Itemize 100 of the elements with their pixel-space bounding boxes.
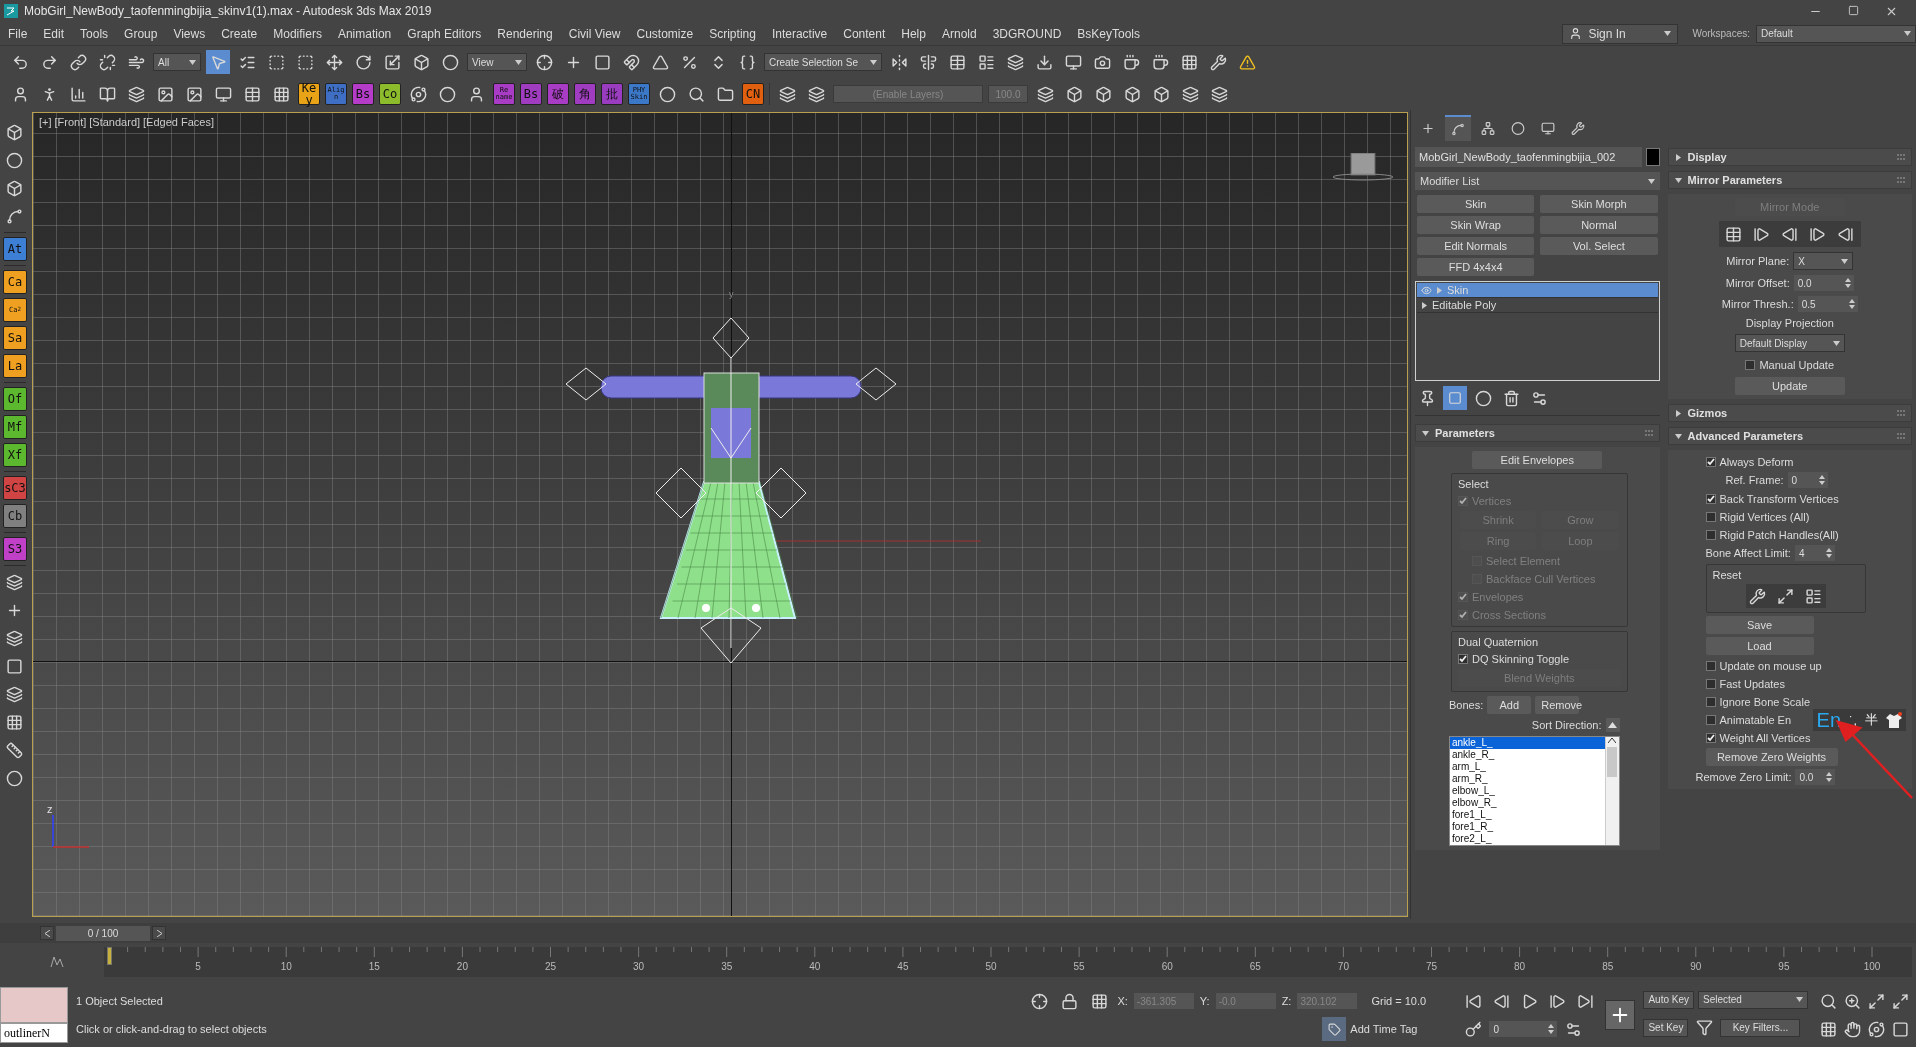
script-button[interactable]: Sa	[2, 326, 27, 350]
menu-item[interactable]: Graph Editors	[399, 22, 490, 45]
script-button[interactable]: sC3	[2, 476, 27, 500]
rollout-header[interactable]: Display	[1667, 148, 1912, 166]
script-button[interactable]: 批	[601, 83, 623, 105]
bone-list-item[interactable]: arm_L_	[1450, 761, 1605, 773]
bone-list-item[interactable]: fore1_L_	[1450, 809, 1605, 821]
auto-key-button[interactable]: Auto Key	[1643, 990, 1694, 1009]
bone-list-item[interactable]: elbow_R_	[1450, 797, 1605, 809]
remove-zero-limit-spinner[interactable]: 0.0	[1795, 769, 1836, 785]
grid-size-text: Grid = 10.0	[1370, 995, 1428, 1007]
script-button[interactable]: Key	[298, 83, 320, 105]
selection-filter-dropdown[interactable]: All	[153, 53, 201, 71]
timeline-track[interactable]: 5 10 15 20 25 30 35 40 45 50 55 60 65 70 75 80 85 90 95 100	[104, 947, 1912, 977]
script-button[interactable]: Xf	[2, 443, 27, 467]
modifier-button[interactable]: Normal	[1540, 216, 1658, 234]
menu-item[interactable]: Help	[893, 22, 934, 45]
current-frame-spinner[interactable]: 0	[1489, 1021, 1558, 1037]
bone-list-item[interactable]: elbow_L_	[1450, 785, 1605, 797]
menu-item[interactable]: Tools	[72, 22, 117, 45]
modifier-button[interactable]: Vol. Select	[1540, 237, 1658, 255]
script-button[interactable]: Of	[2, 387, 27, 411]
script-button[interactable]: Bs	[352, 83, 374, 105]
menu-item[interactable]: Customize	[628, 22, 702, 45]
script-button[interactable]: 角	[574, 83, 596, 105]
script-button[interactable]: Bs	[520, 83, 542, 105]
menu-item[interactable]: 3DGROUND	[984, 22, 1070, 45]
bone-list-item[interactable]: fore1_R_	[1450, 821, 1605, 833]
mirror-offset-spinner[interactable]: 0.0	[1793, 275, 1854, 291]
load-button[interactable]: Load	[1705, 637, 1814, 655]
modifier-list-dropdown[interactable]: Modifier List	[1415, 172, 1660, 190]
bone-list-item[interactable]: ankle_R_	[1450, 749, 1605, 761]
menu-item[interactable]: File	[0, 22, 36, 45]
display-projection-dropdown[interactable]: Default Display	[1734, 334, 1845, 352]
viewport-label[interactable]: [+]	[38, 116, 52, 128]
remove-button[interactable]: Remove	[1535, 696, 1580, 714]
object-name-field[interactable]: MobGirl_NewBody_taofenmingbijia_002	[1415, 147, 1642, 167]
stack-item-label: Editable Poly	[1432, 299, 1497, 311]
viewport-label[interactable]: [Front]	[54, 116, 87, 128]
script-button[interactable]: At	[2, 237, 27, 261]
sign-in-dropdown[interactable]: Sign In	[1562, 23, 1679, 44]
checkbox-label: Rigid Vertices (All)	[1719, 510, 1810, 523]
bone-list-item[interactable]: arm_R_	[1450, 773, 1605, 785]
script-button[interactable]: Mf	[2, 415, 27, 439]
set-key-mode-button[interactable]: Set Key	[1643, 1018, 1689, 1037]
key-mode-dropdown[interactable]: Selected	[1698, 990, 1808, 1009]
edit-envelopes-button[interactable]: Edit Envelopes	[1472, 451, 1603, 469]
rollout-header[interactable]: Parameters	[1415, 424, 1660, 442]
script-button[interactable]: S3	[2, 537, 27, 561]
menu-item[interactable]: Views	[165, 22, 214, 45]
menu-item[interactable]: Scripting	[701, 22, 764, 45]
viewport-label[interactable]: [Edged Faces]	[143, 116, 214, 128]
script-listener-field[interactable]: outlinerN	[0, 1023, 68, 1043]
stack-item[interactable]: Editable Poly	[1417, 298, 1658, 313]
bone-list-item[interactable]: ankle_L_	[1450, 737, 1605, 749]
menu-item[interactable]: Modifiers	[265, 22, 330, 45]
workspace-dropdown[interactable]: Default	[1756, 24, 1916, 43]
script-button[interactable]: Ca	[2, 270, 27, 294]
mirror-thresh-spinner[interactable]: 0.5	[1797, 296, 1858, 312]
time-slider-thumb[interactable]: 0 / 100	[56, 925, 150, 941]
menu-item[interactable]: Edit	[35, 22, 73, 45]
reference-coordinate-dropdown[interactable]: View	[467, 53, 527, 71]
modifier-button[interactable]: Skin Morph	[1540, 195, 1658, 213]
save-button[interactable]: Save	[1705, 616, 1814, 634]
menu-item[interactable]: Rendering	[489, 22, 561, 45]
script-button[interactable]: 破	[547, 83, 569, 105]
script-button[interactable]: La	[2, 354, 27, 378]
named-selection-dropdown[interactable]: Create Selection Se	[764, 53, 882, 71]
update-button[interactable]: Update	[1734, 377, 1845, 395]
menu-item[interactable]: Interactive	[763, 22, 836, 45]
script-button[interactable]: CN	[742, 83, 764, 105]
modifier-button[interactable]: Skin	[1417, 195, 1535, 213]
checkbox-label: DQ Skinning Toggle	[1472, 652, 1570, 665]
modifier-button[interactable]: Skin Wrap	[1417, 216, 1535, 234]
mirror-plane-dropdown[interactable]: X	[1793, 252, 1854, 270]
mirror-plane-label: Mirror Plane:	[1726, 255, 1790, 267]
menu-item[interactable]: Content	[835, 22, 894, 45]
remove-zero-weights-button[interactable]: Remove Zero Weights	[1705, 748, 1838, 766]
menu-item[interactable]: Animation	[329, 22, 400, 45]
rollout-header[interactable]: Advanced Parameters	[1667, 427, 1912, 445]
key-filters-button[interactable]: Key Filters...	[1720, 1018, 1801, 1037]
modifier-button[interactable]: FFD 4x4x4	[1417, 258, 1535, 276]
menu-item[interactable]: Group	[116, 22, 166, 45]
modifier-button[interactable]: Edit Normals	[1417, 237, 1535, 255]
menu-item[interactable]: Civil View	[560, 22, 629, 45]
viewport-label[interactable]: [Standard]	[89, 116, 141, 128]
bone-affect-limit-spinner[interactable]: 4	[1794, 545, 1835, 561]
menu-item[interactable]: Create	[213, 22, 266, 45]
viewport[interactable]: [+] [Front] [Standard] [Edged Faces] y z	[31, 112, 1408, 917]
rollout-header[interactable]: Mirror Parameters	[1667, 171, 1912, 189]
ref-frame-spinner[interactable]: 0	[1787, 472, 1828, 488]
rollout-header[interactable]: Gizmos	[1667, 404, 1912, 422]
frame-number: 55	[1073, 961, 1085, 972]
menu-item[interactable]: Arnold	[933, 22, 985, 45]
bone-list-item[interactable]: fore2_L_	[1450, 833, 1605, 845]
script-button[interactable]: Co	[379, 83, 401, 105]
menu-item[interactable]: BsKeyTools	[1069, 22, 1149, 45]
add-button[interactable]: Add	[1487, 696, 1532, 714]
stack-item-label: Skin	[1447, 284, 1469, 296]
script-button[interactable]: Cb	[2, 504, 27, 528]
